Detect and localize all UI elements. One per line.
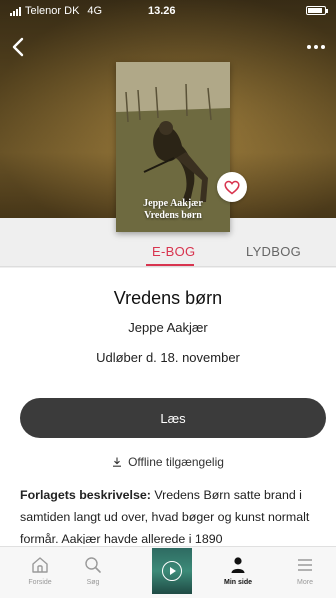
status-bar: Telenor DK 4G 13.26 — [0, 0, 336, 22]
cover-title-author: Jeppe Aakjær — [143, 198, 203, 209]
heart-icon — [224, 180, 240, 194]
loan-expiry: Udløber d. 18. november — [96, 350, 240, 365]
back-button[interactable] — [8, 36, 30, 58]
mini-player[interactable] — [152, 548, 192, 594]
carrier-name: Telenor DK — [25, 5, 80, 17]
nav-min-side[interactable]: Min side — [213, 555, 263, 586]
offline-label: Offline tilgængelig — [128, 455, 224, 469]
book-author[interactable]: Jeppe Aakjær — [0, 320, 336, 335]
play-icon — [162, 561, 182, 581]
more-dots-icon — [307, 45, 325, 49]
nav-more-label: More — [297, 579, 313, 586]
status-time: 13.26 — [148, 5, 176, 17]
nav-sog[interactable]: Søg — [68, 555, 118, 586]
more-options-button[interactable] — [304, 36, 328, 58]
network-type: 4G — [87, 5, 103, 17]
person-icon — [231, 557, 245, 573]
favorite-button[interactable] — [217, 172, 247, 202]
description-label: Forlagets beskrivelse: — [20, 488, 151, 502]
tab-ebog[interactable]: E-BOG — [152, 244, 195, 259]
publisher-description: Forlagets beskrivelse: Vredens Børn satt… — [20, 484, 324, 544]
nav-forside[interactable]: Forside — [15, 555, 65, 586]
signal-icon — [10, 6, 21, 16]
tab-lydbog[interactable]: LYDBOG — [246, 244, 301, 259]
nav-forside-label: Forside — [28, 579, 52, 586]
book-cover[interactable]: Jeppe Aakjær Vredens børn — [116, 62, 230, 232]
read-button[interactable]: Læs — [20, 398, 326, 438]
nav-min-side-label: Min side — [223, 579, 252, 586]
search-icon — [85, 557, 101, 573]
menu-icon — [298, 559, 312, 571]
tabs-divider — [0, 266, 336, 267]
download-icon — [113, 457, 122, 467]
cover-title: Jeppe Aakjær Vredens børn — [116, 198, 230, 222]
battery-icon — [306, 6, 328, 15]
book-title: Vredens børn — [113, 288, 223, 308]
home-icon — [32, 557, 48, 573]
offline-toggle[interactable]: Offline tilgængelig — [0, 455, 336, 469]
cover-title-book: Vredens børn — [144, 210, 202, 221]
chevron-left-icon — [12, 37, 24, 57]
nav-more[interactable]: More — [280, 555, 330, 586]
nav-sog-label: Søg — [86, 579, 100, 586]
